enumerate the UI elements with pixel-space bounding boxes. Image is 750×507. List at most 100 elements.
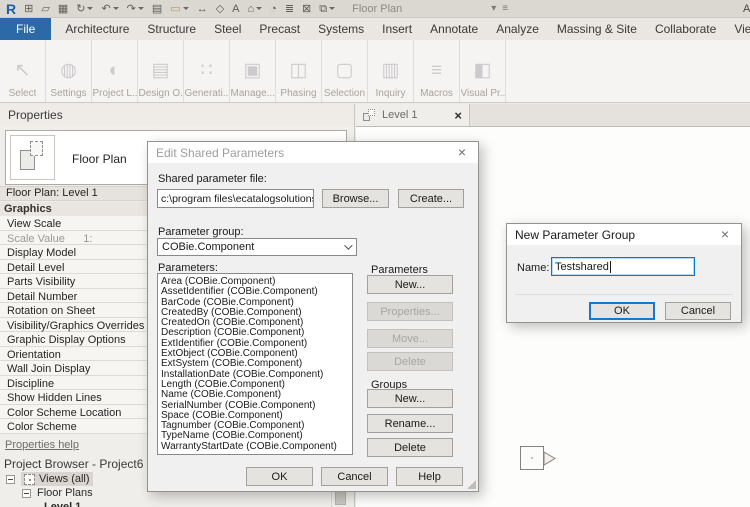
close-icon[interactable]: × <box>446 142 478 163</box>
floor-plan-view-icon <box>363 109 376 122</box>
open-file-icon[interactable]: ▱ <box>38 1 52 17</box>
ribbon-panel-icon: ◫ <box>290 54 308 88</box>
dialog-separator <box>515 294 733 295</box>
ribbon-panel-icon: ↖ <box>15 54 31 88</box>
close-icon[interactable]: × <box>709 224 741 245</box>
qat-customize-icon[interactable]: ≡ <box>502 3 508 14</box>
chevron-down-icon[interactable]: ▾ <box>491 3 496 14</box>
tab-structure[interactable]: Structure <box>138 18 205 40</box>
parameter-group-label: Parameter group: <box>158 226 244 238</box>
project-browser-header: Project Browser - Project6 <box>4 457 143 471</box>
generative-design-button: ∷ Generati... <box>184 40 230 102</box>
save-icon[interactable]: ▦ <box>55 1 71 17</box>
cancel-button[interactable]: Cancel <box>321 467 388 486</box>
dropdown-arrow-icon <box>113 7 119 10</box>
chevron-down-icon <box>344 241 352 249</box>
properties-help-link[interactable]: Properties help <box>5 439 79 451</box>
tab-view[interactable]: View <box>725 18 750 40</box>
dialog-title: Edit Shared Parameters <box>156 146 284 160</box>
manage-project-button: ▣ Manage... <box>230 40 276 102</box>
parameter-group-dropdown[interactable]: COBie.Component <box>157 238 357 256</box>
tab-collaborate[interactable]: Collaborate <box>646 18 725 40</box>
tab-file[interactable]: File <box>0 18 51 40</box>
macros-button: ≡ Macros <box>414 40 460 102</box>
view-tab-level-1[interactable]: Level 1 × <box>356 104 470 126</box>
help-button[interactable]: Help <box>396 467 463 486</box>
selection-button: ▢ Selection <box>322 40 368 102</box>
active-view-title: Floor Plan <box>352 3 491 15</box>
tag-icon[interactable]: ◇ <box>213 1 227 17</box>
phasing-button: ◫ Phasing <box>276 40 322 102</box>
cancel-button[interactable]: Cancel <box>665 302 731 320</box>
visual-programming-button: ◧ Visual Pr... <box>460 40 506 102</box>
collapse-icon[interactable] <box>6 475 15 484</box>
parameter-item[interactable]: WarrantyStartDate (COBie.Component) <box>161 442 352 452</box>
collapse-icon[interactable] <box>22 489 31 498</box>
tab-precast[interactable]: Precast <box>250 18 309 40</box>
name-label: Name: <box>517 262 549 274</box>
tab-analyze[interactable]: Analyze <box>487 18 548 40</box>
resize-grip[interactable] <box>467 480 476 489</box>
text-icon[interactable]: A <box>229 1 242 17</box>
dialog-title-bar[interactable]: Edit Shared Parameters × <box>148 142 478 163</box>
ok-button[interactable]: OK <box>589 302 655 320</box>
dropdown-arrow-icon <box>256 7 262 10</box>
section-icon[interactable]: ◔ <box>267 1 280 17</box>
ribbon-tab-bar: File Architecture Structure Steel Precas… <box>0 18 750 40</box>
dropdown-arrow-icon <box>329 7 335 10</box>
parameters-list: Area (COBie.Component) AssetIdentifier (… <box>157 273 353 455</box>
close-view-icon[interactable]: × <box>454 108 462 123</box>
group-new-button[interactable]: New... <box>367 389 453 408</box>
inquiry-button: ▥ Inquiry <box>368 40 414 102</box>
switch-windows-icon[interactable]: ⧉ <box>316 1 338 17</box>
revit-logo[interactable]: R <box>3 1 19 17</box>
view-tab-bar: Level 1 × <box>356 104 750 127</box>
views-icon <box>24 474 35 485</box>
thin-lines-icon[interactable]: ≣ <box>282 1 297 17</box>
properties-window-icon[interactable]: ⊞ <box>21 1 36 17</box>
tab-steel[interactable]: Steel <box>205 18 250 40</box>
parameter-group-value: COBie.Component <box>162 241 254 253</box>
dialog-title-bar[interactable]: New Parameter Group × <box>507 224 741 245</box>
ok-button[interactable]: OK <box>246 467 313 486</box>
floor-plan-type-icon <box>10 135 55 180</box>
browse-button[interactable]: Browse... <box>322 189 389 208</box>
ribbon-panel-icon: ◧ <box>474 54 492 88</box>
aligned-dimension-icon[interactable]: ↔ <box>194 1 211 17</box>
type-selector-label: Floor Plan <box>72 131 127 186</box>
print-icon[interactable]: ▤ <box>149 1 165 17</box>
tab-systems[interactable]: Systems <box>309 18 373 40</box>
tab-insert[interactable]: Insert <box>373 18 421 40</box>
ribbon-panel-row: ↖ Select ◍ Settings ◐ Project L... ▤ Des… <box>0 40 750 103</box>
tab-massing-site[interactable]: Massing & Site <box>548 18 646 40</box>
tab-architecture[interactable]: Architecture <box>56 18 138 40</box>
ribbon-panel-icon: ◐ <box>109 54 120 88</box>
dropdown-arrow-icon <box>183 7 189 10</box>
name-input[interactable]: Testshared <box>551 257 695 276</box>
ribbon-panel-icon: ∷ <box>200 54 212 88</box>
create-button[interactable]: Create... <box>398 189 464 208</box>
window-title: Au <box>743 3 750 15</box>
measure-icon[interactable]: ▭ <box>167 1 191 17</box>
parameter-delete-button: Delete <box>367 352 453 371</box>
parameter-properties-button: Properties... <box>367 302 453 321</box>
settings-button: ◍ Settings <box>46 40 92 102</box>
dialog-title: New Parameter Group <box>515 228 635 242</box>
redo-icon[interactable]: ↷ <box>124 1 147 17</box>
tab-annotate[interactable]: Annotate <box>421 18 487 40</box>
parameter-new-button[interactable]: New... <box>367 275 453 294</box>
parameter-move-button: Move... <box>367 329 453 348</box>
shared-parameter-file-input[interactable]: c:\program files\ecatalogsolutions\iface… <box>157 189 314 208</box>
ribbon-panel-icon: ▢ <box>336 54 354 88</box>
close-hidden-windows-icon[interactable]: ⊠ <box>299 1 314 17</box>
default-3d-view-icon[interactable]: ⌂ <box>245 1 266 17</box>
dropdown-arrow-icon <box>87 7 93 10</box>
group-delete-button[interactable]: Delete <box>367 438 453 457</box>
active-view-title-box[interactable]: Floor Plan ▾ ≡ <box>346 1 514 17</box>
tree-item-level-1[interactable]: Level 1 <box>0 500 354 507</box>
view-tab-label: Level 1 <box>382 109 417 121</box>
group-rename-button[interactable]: Rename... <box>367 414 453 433</box>
sync-icon[interactable]: ↻ <box>73 1 96 17</box>
title-bar: R ⊞ ▱ ▦ ↻ <box>0 0 750 18</box>
undo-icon[interactable]: ↶ <box>98 1 121 17</box>
